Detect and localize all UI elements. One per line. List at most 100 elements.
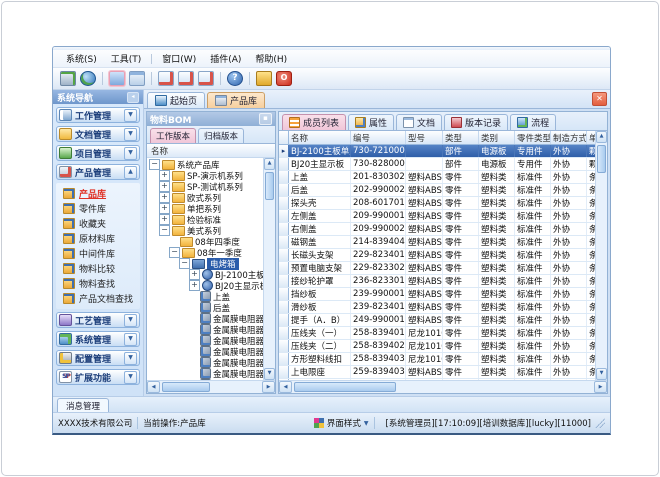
- detail-tab-4[interactable]: 版本记录: [444, 114, 508, 130]
- interface-style-dropdown[interactable]: 界面样式 ▼: [314, 417, 369, 429]
- detail-tab-2[interactable]: 属性: [348, 114, 394, 130]
- sidebar-group-4[interactable]: 产品管理▲: [56, 164, 140, 180]
- doc-tab-2[interactable]: 产品库: [207, 92, 265, 108]
- tree-horizontal-scrollbar[interactable]: ◀ ▶: [147, 380, 275, 393]
- sidebar-group-8[interactable]: 扩展功能▼: [56, 369, 140, 385]
- tree-hscroll-thumb[interactable]: [162, 382, 210, 392]
- sidebar-group-7[interactable]: 配置管理▼: [56, 350, 140, 366]
- table-row[interactable]: 探头壳208-601701-01X塑料ABS零件塑料类标准件外协条: [279, 197, 595, 210]
- detail-tab-3[interactable]: 文档: [396, 114, 442, 130]
- window-grid-icon[interactable]: [129, 71, 145, 86]
- column-header[interactable]: 制造方式: [551, 131, 587, 144]
- doc-mail-icon[interactable]: [178, 71, 194, 86]
- sidebar-item[interactable]: 物料比较: [63, 261, 140, 276]
- chevron-down-icon[interactable]: ▼: [124, 109, 137, 122]
- sidebar-item[interactable]: 零件库: [63, 201, 140, 216]
- column-header[interactable]: 型号: [406, 131, 443, 144]
- close-document-icon[interactable]: ✕: [592, 92, 607, 106]
- table-row[interactable]: 后盖202-990002-01X塑料ABS零件塑料类标准件外协条: [279, 184, 595, 197]
- column-header[interactable]: 单位: [587, 131, 595, 144]
- collapse-icon[interactable]: −: [149, 159, 160, 170]
- scroll-right-icon[interactable]: ▶: [262, 381, 275, 393]
- expand-icon[interactable]: +: [189, 280, 200, 291]
- table-row[interactable]: 上盖201-830302-00X塑料ABS零件塑料类标准件外协条: [279, 171, 595, 184]
- table-row[interactable]: 方形塑料线扣258-839403-00X尼龙1010零件塑料类标准件外协条: [279, 353, 595, 366]
- column-header[interactable]: 名称: [289, 131, 351, 144]
- sidebar-item[interactable]: 原材料库: [63, 231, 140, 246]
- scroll-right-icon[interactable]: ▶: [594, 381, 607, 393]
- tree-node[interactable]: −美式系列: [147, 225, 263, 236]
- doc-close-icon[interactable]: [158, 71, 174, 86]
- menu-item-5[interactable]: 帮助(H): [248, 51, 294, 66]
- sidebar-item[interactable]: 物料查找: [63, 276, 140, 291]
- table-vscroll-thumb[interactable]: [597, 145, 606, 173]
- column-header[interactable]: 类型: [443, 131, 479, 144]
- detail-tab-5[interactable]: 流程: [510, 114, 556, 130]
- tree-node[interactable]: 金属膜电阻器: [147, 357, 263, 368]
- table-row[interactable]: ▸BJ-2100主板单点730-721000-12X部件电源板专用件外协颗: [279, 145, 595, 158]
- scroll-left-icon[interactable]: ◀: [279, 381, 292, 393]
- table-row[interactable]: 磁钢盖214-839404-01X塑料ABS零件塑料类标准件外协条: [279, 236, 595, 249]
- help-icon[interactable]: [227, 71, 243, 86]
- tree-node[interactable]: 金属膜电阻器: [147, 346, 263, 357]
- tree-hscroll-track[interactable]: [160, 381, 262, 393]
- chevron-down-icon[interactable]: ▼: [124, 371, 137, 384]
- tree-node[interactable]: 08年四季度: [147, 236, 263, 247]
- sidebar-item[interactable]: 收藏夹: [63, 216, 140, 231]
- sidebar-item[interactable]: 产品文档查找: [63, 291, 140, 306]
- sidebar-collapse-icon[interactable]: ◂: [127, 92, 139, 103]
- tree-vscroll-thumb[interactable]: [265, 172, 274, 200]
- doc-tab-1[interactable]: 起始页: [147, 92, 205, 108]
- tree-node[interactable]: 金属膜电阻器: [147, 324, 263, 335]
- resize-grip[interactable]: [595, 418, 605, 428]
- tree-node[interactable]: 金属膜电阻器: [147, 368, 263, 379]
- table-row[interactable]: 左侧盖209-990001-01X塑料ABS零件塑料类标准件外协条: [279, 210, 595, 223]
- expand-icon[interactable]: +: [159, 170, 170, 181]
- scroll-up-icon[interactable]: ▲: [264, 158, 275, 170]
- doc-tools-icon[interactable]: [198, 71, 214, 86]
- chevron-down-icon[interactable]: ▼: [124, 333, 137, 346]
- table-hscroll-track[interactable]: [292, 381, 594, 393]
- table-horizontal-scrollbar[interactable]: ◀ ▶: [279, 380, 607, 393]
- tree-node[interactable]: +单把系列: [147, 203, 263, 214]
- expand-icon[interactable]: +: [189, 269, 200, 280]
- tree-node[interactable]: −电烤箱: [147, 258, 263, 269]
- power-icon[interactable]: [276, 71, 292, 86]
- message-tab[interactable]: 消息管理: [57, 398, 109, 412]
- table-vscroll-track[interactable]: [596, 143, 607, 368]
- chevron-down-icon[interactable]: ▼: [124, 314, 137, 327]
- tree-vertical-scrollbar[interactable]: ▲ ▼: [263, 158, 275, 380]
- table-row[interactable]: 接纱轮护罩236-823301-00X塑料ABS零件塑料类标准件外协条: [279, 275, 595, 288]
- chevron-down-icon[interactable]: ▼: [124, 147, 137, 160]
- tree-vscroll-track[interactable]: [264, 170, 275, 368]
- sidebar-group-1[interactable]: 工作管理▼: [56, 107, 140, 123]
- folder-icon[interactable]: [109, 71, 125, 86]
- table-row[interactable]: 挡纱板239-990001-01X塑料ABS零件塑料类标准件外协条: [279, 288, 595, 301]
- tree-node[interactable]: +BJ-2100主板单点: [147, 269, 263, 280]
- detail-tab-1[interactable]: 成员列表: [282, 114, 346, 130]
- scroll-up-icon[interactable]: ▲: [596, 131, 607, 143]
- column-header[interactable]: 编号: [351, 131, 406, 144]
- table-row[interactable]: 长磁头支架229-823401-00X塑料ABS零件塑料类标准件外协条: [279, 249, 595, 262]
- monitor-icon[interactable]: [60, 71, 76, 86]
- menu-item-4[interactable]: 插件(A): [203, 51, 248, 66]
- lock-icon[interactable]: [256, 71, 272, 86]
- menu-item-3[interactable]: 窗口(W): [155, 51, 203, 66]
- expand-icon[interactable]: +: [159, 192, 170, 203]
- column-header[interactable]: 类别: [479, 131, 515, 144]
- tree-column-header[interactable]: 名称: [147, 144, 275, 158]
- sidebar-group-3[interactable]: 项目管理▼: [56, 145, 140, 161]
- tree-node[interactable]: +SP-测试机系列: [147, 181, 263, 192]
- tree-node[interactable]: +检验标准: [147, 214, 263, 225]
- expand-icon[interactable]: +: [159, 181, 170, 192]
- tree-node[interactable]: +欧式系列: [147, 192, 263, 203]
- menu-item-1[interactable]: 系统(S): [59, 51, 104, 66]
- table-row[interactable]: 上电限座259-839403-00X塑料ABS零件塑料类标准件外协条: [279, 366, 595, 379]
- sidebar-group-6[interactable]: 系统管理▼: [56, 331, 140, 347]
- table-hscroll-thumb[interactable]: [294, 382, 396, 392]
- scroll-down-icon[interactable]: ▼: [264, 368, 275, 380]
- collapse-icon[interactable]: −: [179, 258, 190, 269]
- tree-node[interactable]: 金属膜电阻器: [147, 335, 263, 346]
- menu-item-2[interactable]: 工具(T): [104, 51, 149, 66]
- sidebar-group-2[interactable]: 文档管理▼: [56, 126, 140, 142]
